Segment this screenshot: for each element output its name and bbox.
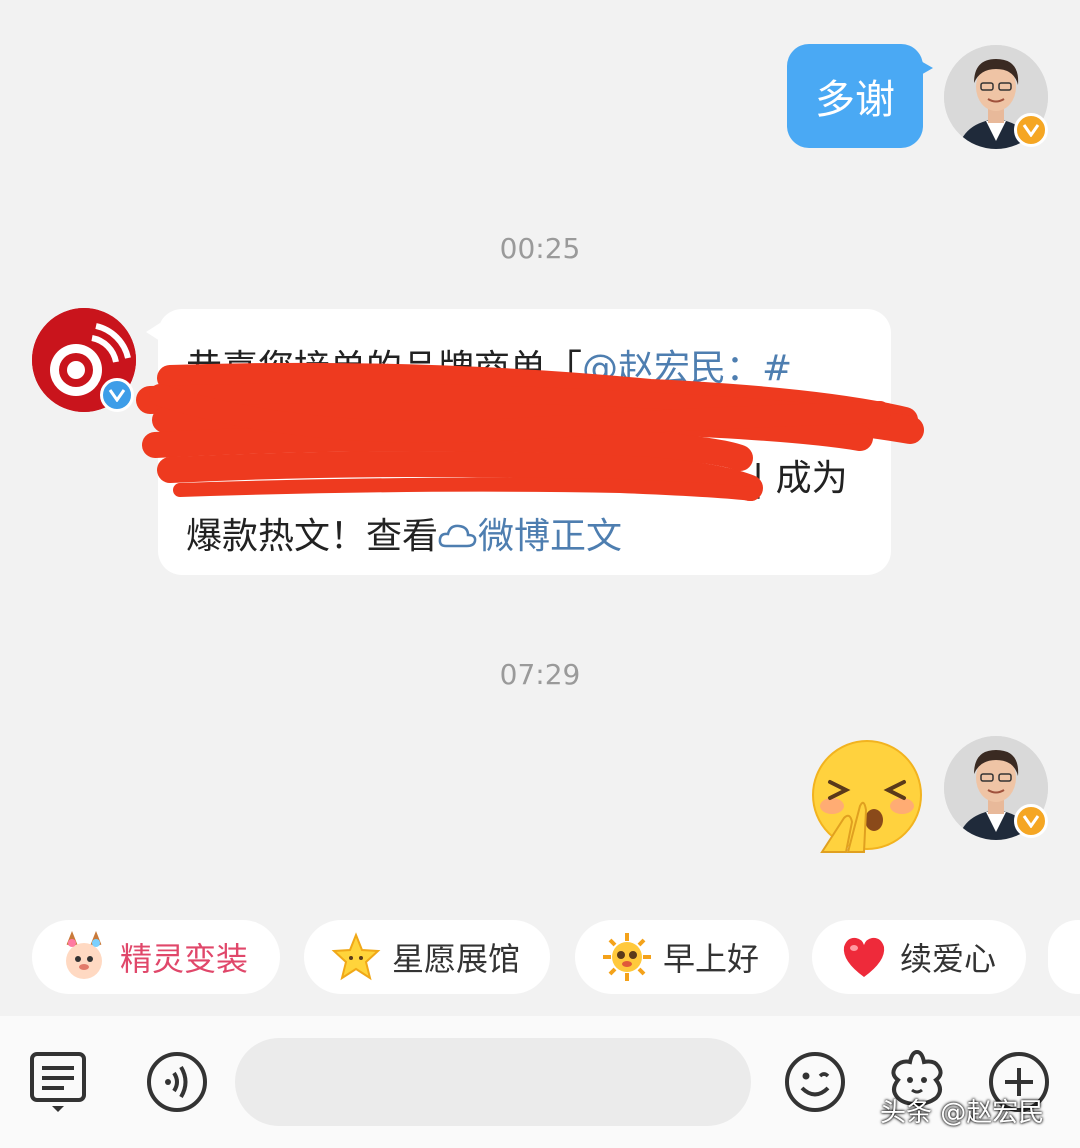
verified-orange-icon bbox=[1014, 804, 1048, 838]
emoji-icon[interactable] bbox=[784, 1051, 846, 1113]
sun-face-icon bbox=[601, 931, 653, 983]
chip-label: 精灵变装 bbox=[120, 940, 249, 978]
user-avatar[interactable] bbox=[944, 736, 1048, 840]
chip-more-partial[interactable] bbox=[1048, 920, 1080, 994]
weibo-link-text: 微博正文 bbox=[478, 516, 623, 557]
heart-icon bbox=[838, 931, 890, 983]
chip-star-wish[interactable]: 星愿展馆 bbox=[304, 920, 550, 994]
message-input[interactable] bbox=[235, 1038, 751, 1126]
fairy-deer-icon bbox=[58, 930, 110, 983]
watermark: 头条 @赵宏民 bbox=[880, 1098, 1045, 1128]
chip-continue-love[interactable]: 续爱心 bbox=[812, 920, 1026, 994]
quick-reply-chips: 精灵变装 星愿展馆 早上好 续爱心 bbox=[0, 920, 1080, 996]
weibo-link[interactable]: 微博正文 bbox=[438, 516, 622, 557]
timestamp: 07:29 bbox=[499, 658, 581, 691]
chip-label: 续爱心 bbox=[900, 940, 997, 978]
chip-label: 早上好 bbox=[663, 940, 760, 978]
chip-fairy-costume[interactable]: 精灵变装 bbox=[32, 920, 280, 994]
voice-icon[interactable] bbox=[146, 1051, 208, 1113]
chip-good-morning[interactable]: 早上好 bbox=[575, 920, 789, 994]
star-icon bbox=[330, 931, 382, 983]
redaction-scribble bbox=[136, 362, 924, 501]
notice-text: 爆款热文！查看 bbox=[186, 516, 439, 557]
menu-list-icon[interactable] bbox=[28, 1050, 88, 1116]
cloud-icon bbox=[438, 518, 478, 548]
pray-emoji-icon[interactable] bbox=[808, 740, 926, 858]
chip-label: 星愿展馆 bbox=[392, 940, 521, 978]
